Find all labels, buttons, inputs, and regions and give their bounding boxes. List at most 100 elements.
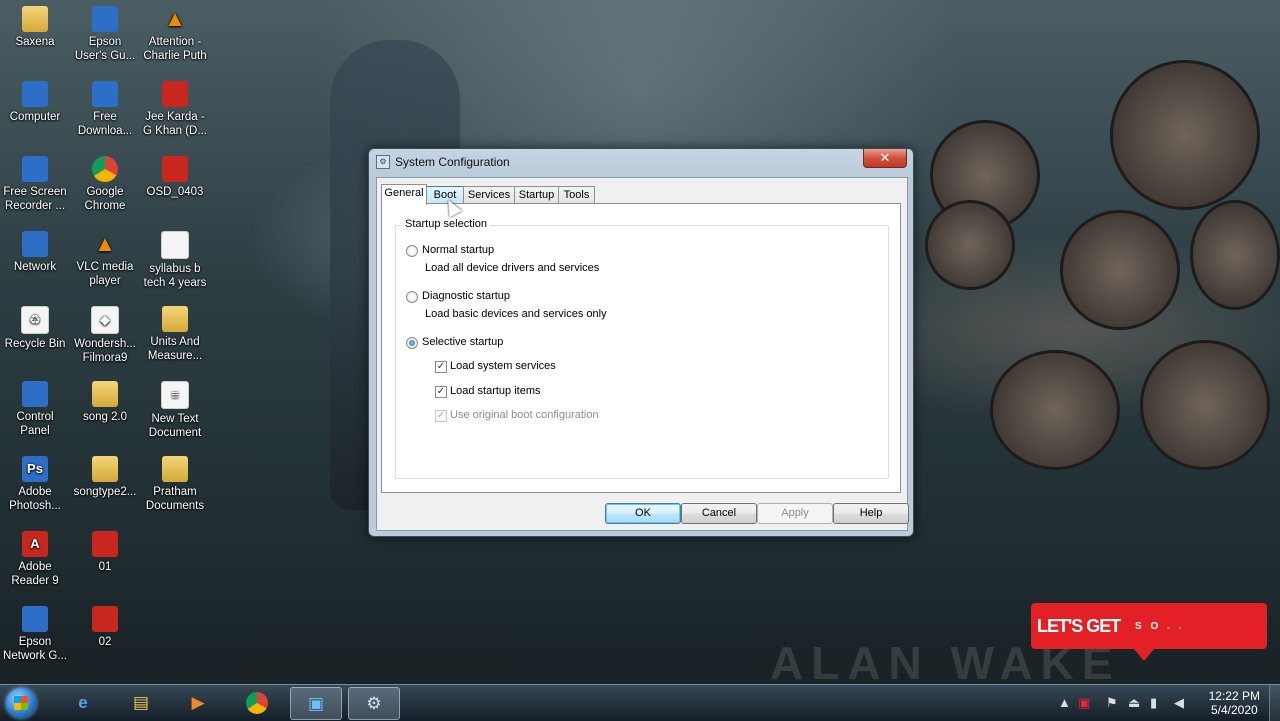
text-document-icon: ≡ — [161, 381, 189, 409]
desktop-icon-label: song 2.0 — [82, 411, 128, 423]
desktop-icon-label: New Text Document — [148, 413, 202, 439]
tab-services[interactable]: Services — [463, 186, 515, 204]
signal-icon[interactable]: ▮ — [1150, 695, 1157, 711]
desktop-icon[interactable]: ≡ New Text Document — [140, 377, 210, 440]
wallpaper-log — [925, 200, 1015, 290]
volume-icon[interactable]: ◀ — [1174, 695, 1184, 711]
file-explorer-icon[interactable]: ▤ — [116, 687, 166, 718]
free-download-icon — [92, 81, 118, 107]
load-system-services-label[interactable]: Load system services — [450, 360, 556, 372]
normal-startup-description: Load all device drivers and services — [425, 262, 600, 274]
desktop-icon-label: OSD_0403 — [146, 186, 204, 198]
close-button[interactable]: ✕ — [863, 149, 907, 168]
desktop-icon-label: Epson Network G... — [3, 636, 67, 662]
desktop-icon[interactable]: Units And Measure... — [140, 302, 210, 363]
desktop-icon[interactable]: ♻ Recycle Bin — [0, 302, 70, 351]
folder-icon — [22, 6, 48, 32]
desktop-icon[interactable]: OSD_0403 — [140, 152, 210, 199]
diagnostic-startup-label[interactable]: Diagnostic startup — [422, 290, 510, 302]
desktop-icon[interactable]: A Adobe Reader 9 — [0, 527, 70, 588]
tab-general[interactable]: General — [381, 184, 427, 205]
desktop-icon[interactable]: songtype2... — [70, 452, 140, 499]
screen-recorder-icon — [22, 156, 48, 182]
desktop-icon[interactable]: Ps Adobe Photosh... — [0, 452, 70, 513]
desktop-icon[interactable]: 01 — [70, 527, 140, 574]
desktop-icon[interactable]: Epson Network G... — [0, 602, 70, 663]
normal-startup-label[interactable]: Normal startup — [422, 244, 494, 256]
load-system-services-checkbox[interactable]: ✓ — [435, 361, 447, 373]
desktop-icon-label: Google Chrome — [84, 186, 126, 212]
desktop-icon[interactable]: ◆ Wondersh... Filmora9 — [70, 302, 140, 365]
desktop-icon-label: Free Screen Recorder ... — [3, 186, 67, 212]
vlc-icon: ▲ — [164, 6, 186, 31]
screen-recorder-icon[interactable]: ▣ — [290, 687, 342, 720]
selective-startup-label[interactable]: Selective startup — [422, 336, 503, 348]
clock-date: 5/4/2020 — [1210, 703, 1258, 717]
image-file-icon — [92, 531, 118, 557]
load-startup-items-checkbox[interactable]: ✓ — [435, 386, 447, 398]
desktop-icon[interactable]: Jee Karda - G Khan (D... — [140, 77, 210, 138]
wallpaper-log — [990, 350, 1120, 470]
desktop-icon[interactable]: Pratham Documents — [140, 452, 210, 513]
desktop-icon[interactable]: 02 — [70, 602, 140, 649]
internet-explorer-icon[interactable]: e — [58, 687, 108, 718]
clock[interactable]: 12:22 PM 5/4/2020 — [1209, 689, 1260, 717]
desktop-icon-label: Network — [13, 261, 57, 273]
title-bar[interactable]: ⚙ System Configuration ✕ — [369, 149, 913, 175]
desktop-icon[interactable]: Free Downloa... — [70, 77, 140, 138]
tab-startup[interactable]: Startup — [514, 186, 559, 204]
desktop-icon-label: Epson User's Gu... — [74, 36, 136, 62]
desktop-icon[interactable]: ▲ VLC media player — [70, 227, 140, 288]
banner-small-text: S O . . — [1135, 621, 1185, 632]
ok-button[interactable]: OK — [605, 503, 681, 524]
desktop-icon[interactable]: song 2.0 — [70, 377, 140, 424]
desktop-icon-label: Adobe Reader 9 — [11, 561, 59, 587]
wallpaper-log — [1190, 200, 1280, 310]
desktop-icon[interactable]: ▲ Attention - Charlie Puth — [140, 2, 210, 63]
image-file-icon — [92, 606, 118, 632]
adobe-reader-icon: A — [22, 531, 48, 557]
app-tray-icon[interactable]: ▣ — [1078, 695, 1090, 711]
tab-tools[interactable]: Tools — [558, 186, 595, 204]
selective-startup-radio[interactable] — [406, 337, 418, 349]
recycle-bin-icon: ♻ — [21, 306, 49, 334]
banner-tail — [1134, 649, 1154, 661]
desktop-icon[interactable]: Computer — [0, 77, 70, 124]
media-player-icon[interactable]: ▶ — [173, 687, 223, 718]
load-startup-items-label[interactable]: Load startup items — [450, 385, 541, 397]
use-original-boot-checkbox: ✓ — [435, 410, 447, 422]
vlc-icon: ▲ — [94, 231, 116, 256]
diagnostic-startup-radio[interactable] — [406, 291, 418, 303]
desktop-icon-label: Wondersh... Filmora9 — [74, 338, 136, 364]
desktop-icon-label: Pratham Documents — [145, 486, 205, 512]
start-button-icon[interactable] — [6, 688, 36, 718]
desktop-icon[interactable]: Google Chrome — [70, 152, 140, 213]
folder-icon — [92, 381, 118, 407]
desktop-icon-label: Jee Karda - G Khan (D... — [143, 111, 207, 137]
help-button[interactable]: Help — [833, 503, 909, 524]
desktop-icon[interactable]: Control Panel — [0, 377, 70, 438]
cancel-button[interactable]: Cancel — [681, 503, 757, 524]
show-desktop-button[interactable] — [1269, 685, 1280, 721]
use-original-boot-label: Use original boot configuration — [450, 409, 599, 421]
epson-network-icon — [22, 606, 48, 632]
desktop-icon[interactable]: Free Screen Recorder ... — [0, 152, 70, 213]
normal-startup-radio[interactable] — [406, 245, 418, 257]
desktop-icon[interactable]: syllabus b tech 4 years — [140, 227, 210, 290]
wallpaper-log — [1110, 60, 1260, 210]
apply-button: Apply — [757, 503, 833, 524]
clock-time: 12:22 PM — [1208, 689, 1260, 703]
usb-icon[interactable]: ⏏ — [1128, 695, 1140, 711]
desktop-icon-label: Free Downloa... — [77, 111, 133, 137]
desktop-icon-label: VLC media player — [76, 261, 134, 287]
chrome-icon[interactable] — [232, 687, 282, 718]
msconfig-icon: ⚙ — [376, 155, 390, 169]
action-center-flag-icon[interactable]: ⚑ — [1106, 695, 1118, 711]
startup-selection-label: Startup selection — [402, 218, 490, 230]
show-hidden-icon[interactable]: ▲ — [1058, 695, 1071, 710]
dialog-client-area: General Boot Services Startup Tools Star… — [376, 177, 908, 531]
desktop-icon[interactable]: Saxena — [0, 2, 70, 49]
desktop-icon[interactable]: Network — [0, 227, 70, 274]
desktop-icon[interactable]: Epson User's Gu... — [70, 2, 140, 63]
system-configuration-icon[interactable]: ⚙ — [348, 687, 400, 720]
